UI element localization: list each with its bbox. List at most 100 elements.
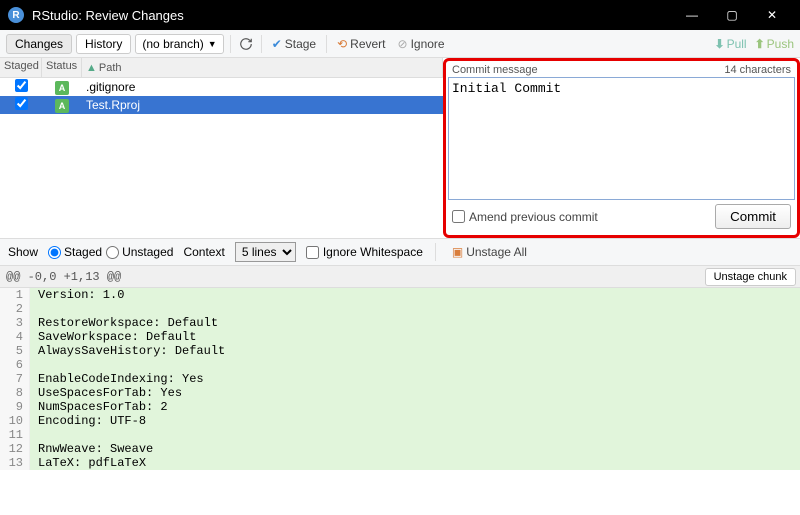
line-content: Encoding: UTF-8	[30, 414, 800, 428]
line-content	[30, 358, 800, 372]
push-button[interactable]: ⬆ Push	[755, 37, 794, 51]
branch-dropdown[interactable]: (no branch) ▼	[135, 34, 223, 54]
line-number: 4	[0, 330, 30, 344]
line-content: EnableCodeIndexing: Yes	[30, 372, 800, 386]
line-number: 6	[0, 358, 30, 372]
chevron-down-icon: ▼	[208, 39, 217, 49]
diff-line[interactable]: 2	[0, 302, 800, 316]
unstage-icon: ▣	[452, 245, 463, 259]
diff-body[interactable]: 1Version: 1.023RestoreWorkspace: Default…	[0, 288, 800, 515]
commit-panel: Commit message 14 characters Amend previ…	[443, 58, 800, 238]
staged-checkbox[interactable]	[15, 97, 28, 110]
line-number: 8	[0, 386, 30, 400]
branch-label: (no branch)	[142, 37, 203, 51]
separator	[261, 35, 262, 53]
col-path[interactable]: ▲ Path	[82, 58, 443, 77]
diff-line[interactable]: 12RnwWeave: Sweave	[0, 442, 800, 456]
ignore-button[interactable]: ⊘ Ignore	[394, 35, 449, 53]
show-label: Show	[8, 245, 38, 259]
line-number: 12	[0, 442, 30, 456]
commit-char-count: 14 characters	[724, 64, 791, 76]
diff-line[interactable]: 5AlwaysSaveHistory: Default	[0, 344, 800, 358]
ignore-icon: ⊘	[398, 37, 408, 51]
col-staged[interactable]: Staged	[0, 58, 42, 77]
line-content: RestoreWorkspace: Default	[30, 316, 800, 330]
line-number: 9	[0, 400, 30, 414]
tab-changes[interactable]: Changes	[6, 34, 72, 54]
arrow-up-icon: ⬆	[755, 37, 765, 51]
hunk-header: @@ -0,0 +1,13 @@ Unstage chunk	[0, 266, 800, 288]
line-number: 2	[0, 302, 30, 316]
separator	[435, 243, 436, 261]
diff-line[interactable]: 11	[0, 428, 800, 442]
tab-history[interactable]: History	[76, 34, 131, 54]
file-row[interactable]: A .gitignore	[0, 78, 443, 96]
file-path: Test.Rproj	[82, 98, 443, 112]
separator	[230, 35, 231, 53]
file-path: .gitignore	[82, 80, 443, 94]
line-number: 7	[0, 372, 30, 386]
line-number: 5	[0, 344, 30, 358]
line-content: AlwaysSaveHistory: Default	[30, 344, 800, 358]
line-number: 3	[0, 316, 30, 330]
diff-line[interactable]: 3RestoreWorkspace: Default	[0, 316, 800, 330]
status-badge: A	[55, 81, 69, 95]
diff-line[interactable]: 7EnableCodeIndexing: Yes	[0, 372, 800, 386]
amend-checkbox[interactable]: Amend previous commit	[452, 210, 598, 224]
unstage-chunk-button[interactable]: Unstage chunk	[705, 268, 796, 286]
stage-button[interactable]: ✔ Stage	[268, 35, 320, 53]
amend-checkbox-input[interactable]	[452, 210, 465, 223]
diff-line[interactable]: 9NumSpacesForTab: 2	[0, 400, 800, 414]
pull-button[interactable]: ⬇ Pull	[715, 37, 747, 51]
line-content: Version: 1.0	[30, 288, 800, 302]
close-button[interactable]: ✕	[752, 0, 792, 30]
radio-unstaged[interactable]: Unstaged	[106, 245, 173, 259]
file-list-pane: Staged Status ▲ Path A .gitignore A Test.Rp…	[0, 58, 443, 238]
diff-line[interactable]: 6	[0, 358, 800, 372]
file-rows: A .gitignore A Test.Rproj	[0, 78, 443, 238]
refresh-icon[interactable]	[237, 35, 255, 53]
arrow-down-icon: ⬇	[715, 37, 725, 51]
line-content: LaTeX: pdfLaTeX	[30, 456, 800, 470]
diff-line[interactable]: 13LaTeX: pdfLaTeX	[0, 456, 800, 470]
revert-button[interactable]: ⟲ Revert	[333, 35, 389, 53]
context-select[interactable]: 5 lines	[235, 242, 296, 262]
diff-line[interactable]: 10Encoding: UTF-8	[0, 414, 800, 428]
line-content: RnwWeave: Sweave	[30, 442, 800, 456]
unstage-all-button[interactable]: ▣ Unstage All	[448, 243, 531, 261]
hunk-range: @@ -0,0 +1,13 @@	[0, 270, 705, 284]
line-number: 13	[0, 456, 30, 470]
commit-button[interactable]: Commit	[715, 204, 791, 229]
status-badge: A	[55, 99, 69, 113]
file-list-header: Staged Status ▲ Path	[0, 58, 443, 78]
diff-toolbar: Show Staged Unstaged Context 5 lines Ign…	[0, 238, 800, 266]
toolbar: Changes History (no branch) ▼ ✔ Stage ⟲ …	[0, 30, 800, 58]
app-icon: R	[8, 7, 24, 23]
diff-line[interactable]: 1Version: 1.0	[0, 288, 800, 302]
line-number: 10	[0, 414, 30, 428]
revert-icon: ⟲	[337, 37, 347, 51]
diff-line[interactable]: 4SaveWorkspace: Default	[0, 330, 800, 344]
commit-message-label: Commit message	[452, 64, 538, 76]
radio-staged[interactable]: Staged	[48, 245, 102, 259]
check-icon: ✔	[272, 37, 282, 51]
file-row[interactable]: A Test.Rproj	[0, 96, 443, 114]
titlebar: R RStudio: Review Changes — ▢ ✕	[0, 0, 800, 30]
ignore-whitespace-checkbox[interactable]: Ignore Whitespace	[306, 245, 423, 259]
line-content: SaveWorkspace: Default	[30, 330, 800, 344]
maximize-button[interactable]: ▢	[712, 0, 752, 30]
col-status[interactable]: Status	[42, 58, 82, 77]
line-content	[30, 302, 800, 316]
commit-message-input[interactable]	[448, 77, 795, 200]
separator	[326, 35, 327, 53]
diff-line[interactable]: 8UseSpacesForTab: Yes	[0, 386, 800, 400]
line-number: 1	[0, 288, 30, 302]
sort-up-icon: ▲	[86, 62, 97, 74]
minimize-button[interactable]: —	[672, 0, 712, 30]
window-title: RStudio: Review Changes	[32, 8, 672, 23]
staged-checkbox[interactable]	[15, 79, 28, 92]
line-number: 11	[0, 428, 30, 442]
line-content: NumSpacesForTab: 2	[30, 400, 800, 414]
context-label: Context	[183, 245, 224, 259]
line-content: UseSpacesForTab: Yes	[30, 386, 800, 400]
